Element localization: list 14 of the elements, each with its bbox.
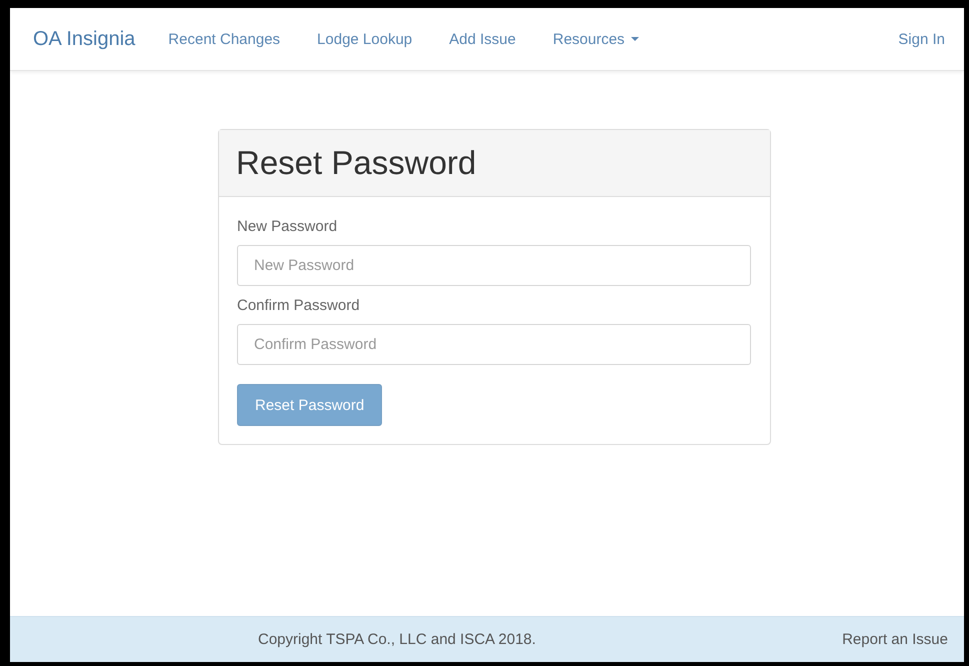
password-field[interactable]: New Password xyxy=(237,245,751,286)
nav-link[interactable]: Lodge Lookup xyxy=(317,30,412,48)
brand-link[interactable]: OA Insignia xyxy=(33,28,136,50)
nav-link[interactable]: Recent Changes xyxy=(168,30,280,48)
panel-title: Reset Password xyxy=(236,144,476,182)
nav-link[interactable]: Add Issue xyxy=(449,30,516,48)
caret-icon xyxy=(630,37,639,41)
dropdown-menu-link[interactable]: Resources xyxy=(552,30,639,48)
field-label: Confirm Password xyxy=(237,297,361,314)
report-issue-link[interactable]: Report an Issue xyxy=(842,631,948,648)
sign-in-link[interactable]: Sign In xyxy=(898,30,945,48)
password-field[interactable]: Confirm Password xyxy=(237,324,751,365)
copyright-text: Copyright TSPA Co., LLC and ISCA 2018. xyxy=(258,631,537,648)
field-label: New Password xyxy=(237,218,338,235)
